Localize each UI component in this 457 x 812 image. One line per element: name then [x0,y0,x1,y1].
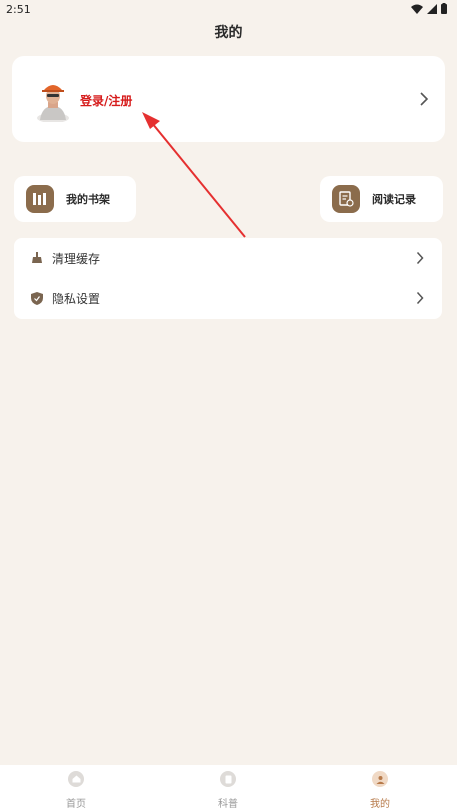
reading-history-icon [332,185,360,213]
status-time: 2:51 [6,3,31,16]
battery-icon [441,3,447,14]
tab-mine-label: 我的 [370,799,390,810]
tab-mine[interactable]: 我的 [340,771,420,810]
tab-home-label: 首页 [66,799,86,810]
shield-icon [30,291,44,305]
clear-cache-row[interactable]: 清理缓存 [14,238,442,278]
settings-list: 清理缓存 隐私设置 [14,238,442,319]
avatar[interactable] [30,76,76,122]
tab-science-label: 科普 [218,799,238,810]
tab-science[interactable]: 科普 [188,771,268,810]
my-bookshelf-label: 我的书架 [66,193,110,206]
reading-history-button[interactable]: 阅读记录 [320,176,443,222]
status-bar: 2:51 [0,0,457,20]
clear-cache-label: 清理缓存 [52,251,101,266]
bottom-tab-bar: 首页 科普 我的 [0,765,457,812]
signal-icon [427,3,437,14]
reading-history-label: 阅读记录 [372,193,416,206]
wifi-icon [411,4,423,14]
login-register-link[interactable]: 登录/注册 [80,92,132,109]
privacy-settings-row[interactable]: 隐私设置 [14,278,442,318]
bookshelf-icon [26,185,54,213]
page-title: 我的 [214,25,243,41]
document-icon [220,771,236,787]
chevron-right-icon [416,291,424,305]
privacy-settings-label: 隐私设置 [52,291,101,306]
chevron-right-icon [416,251,424,265]
broom-icon [30,251,44,265]
status-icons [411,3,447,14]
home-icon [68,771,84,787]
tab-home[interactable]: 首页 [36,771,116,810]
user-icon [372,771,388,787]
chevron-right-icon [420,92,429,106]
login-card[interactable]: 登录/注册 [12,56,445,142]
my-bookshelf-button[interactable]: 我的书架 [14,176,136,222]
